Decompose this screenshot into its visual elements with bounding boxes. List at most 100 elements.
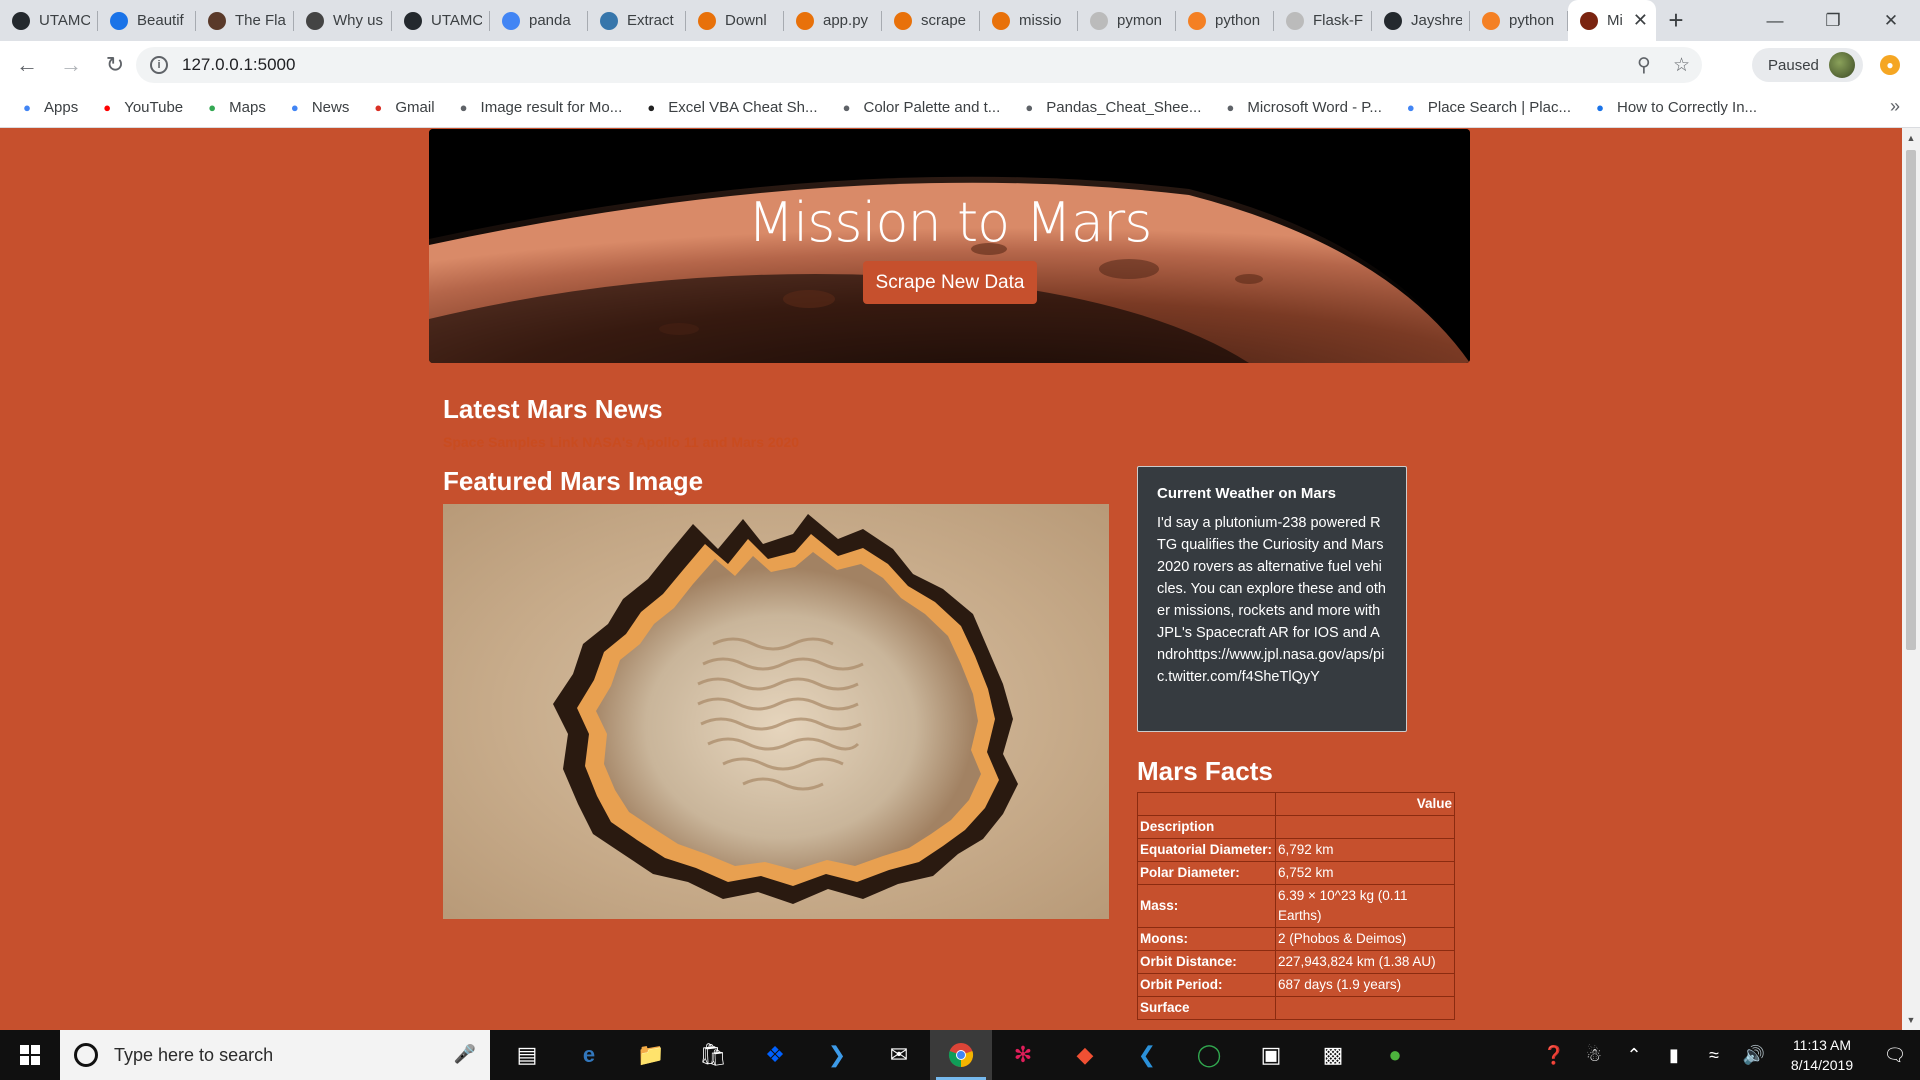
bookmark-2[interactable]: ● Maps	[203, 99, 266, 117]
tab-15[interactable]: python	[1470, 0, 1568, 41]
microphone-icon[interactable]: 🎤	[454, 1044, 476, 1065]
tab-7[interactable]: Downl	[686, 0, 784, 41]
file-explorer-icon[interactable]: 📁	[620, 1030, 682, 1080]
fact-label: Orbit Distance:	[1137, 950, 1276, 974]
tab-title: python	[1509, 12, 1555, 29]
bookmark-10[interactable]: ● Place Search | Plac...	[1402, 99, 1571, 117]
chrome-icon[interactable]	[930, 1030, 992, 1080]
c-icon	[110, 11, 128, 30]
bookmark-0[interactable]: ● Apps	[18, 99, 78, 117]
site-info-icon[interactable]: i	[150, 56, 168, 74]
tab-title: UTAMC	[39, 12, 90, 29]
terminal-icon[interactable]: ▣	[1240, 1030, 1302, 1080]
globe-icon: ●	[1025, 100, 1034, 115]
people-icon[interactable]: ☃	[1574, 1045, 1614, 1066]
battery-icon[interactable]: ▮	[1654, 1045, 1694, 1066]
scroll-down-icon[interactable]: ▼	[1902, 1012, 1920, 1028]
tab-12[interactable]: python	[1176, 0, 1274, 41]
tab-14[interactable]: Jayshre	[1372, 0, 1470, 41]
tray-expand-icon[interactable]: ⌃	[1614, 1045, 1654, 1066]
bookmark-5[interactable]: ● Image result for Mo...	[455, 99, 623, 117]
tab-13[interactable]: Flask-F	[1274, 0, 1372, 41]
bookmark-6[interactable]: ● Excel VBA Cheat Sh...	[642, 99, 817, 117]
bookmark-8[interactable]: ● Pandas_Cheat_Shee...	[1020, 99, 1201, 117]
sync-icon[interactable]: ◯	[1178, 1030, 1240, 1080]
store-icon[interactable]: 🛍	[682, 1030, 744, 1080]
maps-icon: ●	[208, 100, 217, 115]
bookmark-4[interactable]: ● Gmail	[369, 99, 434, 117]
bookmark-label: Color Palette and t...	[863, 99, 1001, 116]
git-icon[interactable]: ◆	[1054, 1030, 1116, 1080]
close-window-button[interactable]: ✕	[1862, 0, 1920, 41]
taskbar-search[interactable]: Type here to search 🎤	[60, 1030, 490, 1080]
chrome-logo	[948, 1043, 974, 1068]
notifications-icon[interactable]: 🗨	[1870, 1045, 1920, 1066]
github-icon	[12, 11, 30, 30]
taskbar-search-placeholder: Type here to search	[114, 1044, 274, 1065]
tab-16[interactable]: Mi ✕	[1568, 0, 1656, 41]
dropbox-icon[interactable]: ❖	[744, 1030, 806, 1080]
fact-value: 687 days (1.9 years)	[1275, 973, 1455, 997]
scroll-thumb[interactable]	[1906, 150, 1916, 650]
tab-2[interactable]: The Fla	[196, 0, 294, 41]
mail-icon[interactable]: ✉	[868, 1030, 930, 1080]
back-button[interactable]: ←	[10, 48, 44, 82]
mars-facts-table: Value Description Equatorial Diameter: 6,…	[1137, 792, 1455, 1020]
vscode-icon[interactable]: ❮	[1116, 1030, 1178, 1080]
bookmark-11[interactable]: ● How to Correctly In...	[1591, 99, 1757, 117]
slack-icon[interactable]: ✻	[992, 1030, 1054, 1080]
loader-icon	[698, 11, 716, 30]
cortana-icon	[74, 1043, 98, 1067]
bookmark-3[interactable]: ● News	[286, 99, 349, 117]
bookmark-1[interactable]: ● YouTube	[98, 99, 183, 117]
forward-button[interactable]: →	[54, 48, 88, 82]
zoom-icon[interactable]: ⚲	[1637, 54, 1651, 77]
tab-5[interactable]: panda	[490, 0, 588, 41]
featured-mars-image[interactable]	[443, 504, 1109, 919]
reload-button[interactable]: ↻	[98, 48, 132, 82]
scrape-new-data-button[interactable]: Scrape New Data	[863, 261, 1037, 304]
start-button[interactable]	[0, 1030, 60, 1080]
tab-1[interactable]: Beautif	[98, 0, 196, 41]
bookmark-7[interactable]: ● Color Palette and t...	[838, 99, 1001, 117]
stackoverflow-icon	[1188, 11, 1206, 30]
tab-10[interactable]: missio	[980, 0, 1078, 41]
windows-icon	[20, 1045, 40, 1065]
stackoverflow-icon	[1482, 11, 1500, 30]
wifi-icon[interactable]: ≈	[1694, 1045, 1734, 1066]
url-text[interactable]: 127.0.0.1:5000	[182, 55, 295, 75]
sketch-icon[interactable]: ❯	[806, 1030, 868, 1080]
tab-6[interactable]: Extract	[588, 0, 686, 41]
bookmark-9[interactable]: ● Microsoft Word - P...	[1221, 99, 1381, 117]
facts-header-blank	[1137, 792, 1276, 816]
tab-8[interactable]: app.py	[784, 0, 882, 41]
code-icon: ●	[1406, 100, 1415, 115]
close-tab-icon[interactable]: ✕	[1633, 10, 1648, 31]
globe-icon: ●	[459, 100, 468, 115]
bookmark-star-icon[interactable]: ☆	[1673, 54, 1690, 77]
tab-9[interactable]: scrape	[882, 0, 980, 41]
fact-value: 2 (Phobos & Deimos)	[1275, 927, 1455, 951]
address-bar[interactable]: i 127.0.0.1:5000 ⚲ ☆	[136, 47, 1702, 83]
more-bookmarks-icon[interactable]: »	[1890, 96, 1900, 117]
tab-11[interactable]: pymon	[1078, 0, 1176, 41]
tab-3[interactable]: Why us	[294, 0, 392, 41]
minimize-button[interactable]: —	[1746, 0, 1804, 41]
profile-button[interactable]: Paused	[1752, 48, 1863, 82]
edge-icon[interactable]: e	[558, 1030, 620, 1080]
new-tab-button[interactable]: +	[1656, 0, 1696, 41]
clock[interactable]: 11:13 AM 8/14/2019	[1774, 1035, 1870, 1075]
scroll-up-icon[interactable]: ▲	[1902, 130, 1920, 146]
console-icon[interactable]: ▩	[1302, 1030, 1364, 1080]
volume-icon[interactable]: 🔊	[1734, 1045, 1774, 1066]
tab-4[interactable]: UTAMC	[392, 0, 490, 41]
mongodb-icon[interactable]: ●	[1364, 1030, 1426, 1080]
youtube-icon: ●	[103, 100, 112, 115]
help-icon[interactable]: ❓	[1534, 1045, 1574, 1066]
extension-icon[interactable]: ●	[1880, 55, 1900, 75]
tab-0[interactable]: UTAMC	[0, 0, 98, 41]
page-scrollbar[interactable]: ▲ ▼	[1902, 128, 1920, 1030]
maximize-button[interactable]: ❐	[1804, 0, 1862, 41]
task-view-icon[interactable]: ▤	[496, 1030, 558, 1080]
bookmark-label: Gmail	[395, 99, 435, 116]
